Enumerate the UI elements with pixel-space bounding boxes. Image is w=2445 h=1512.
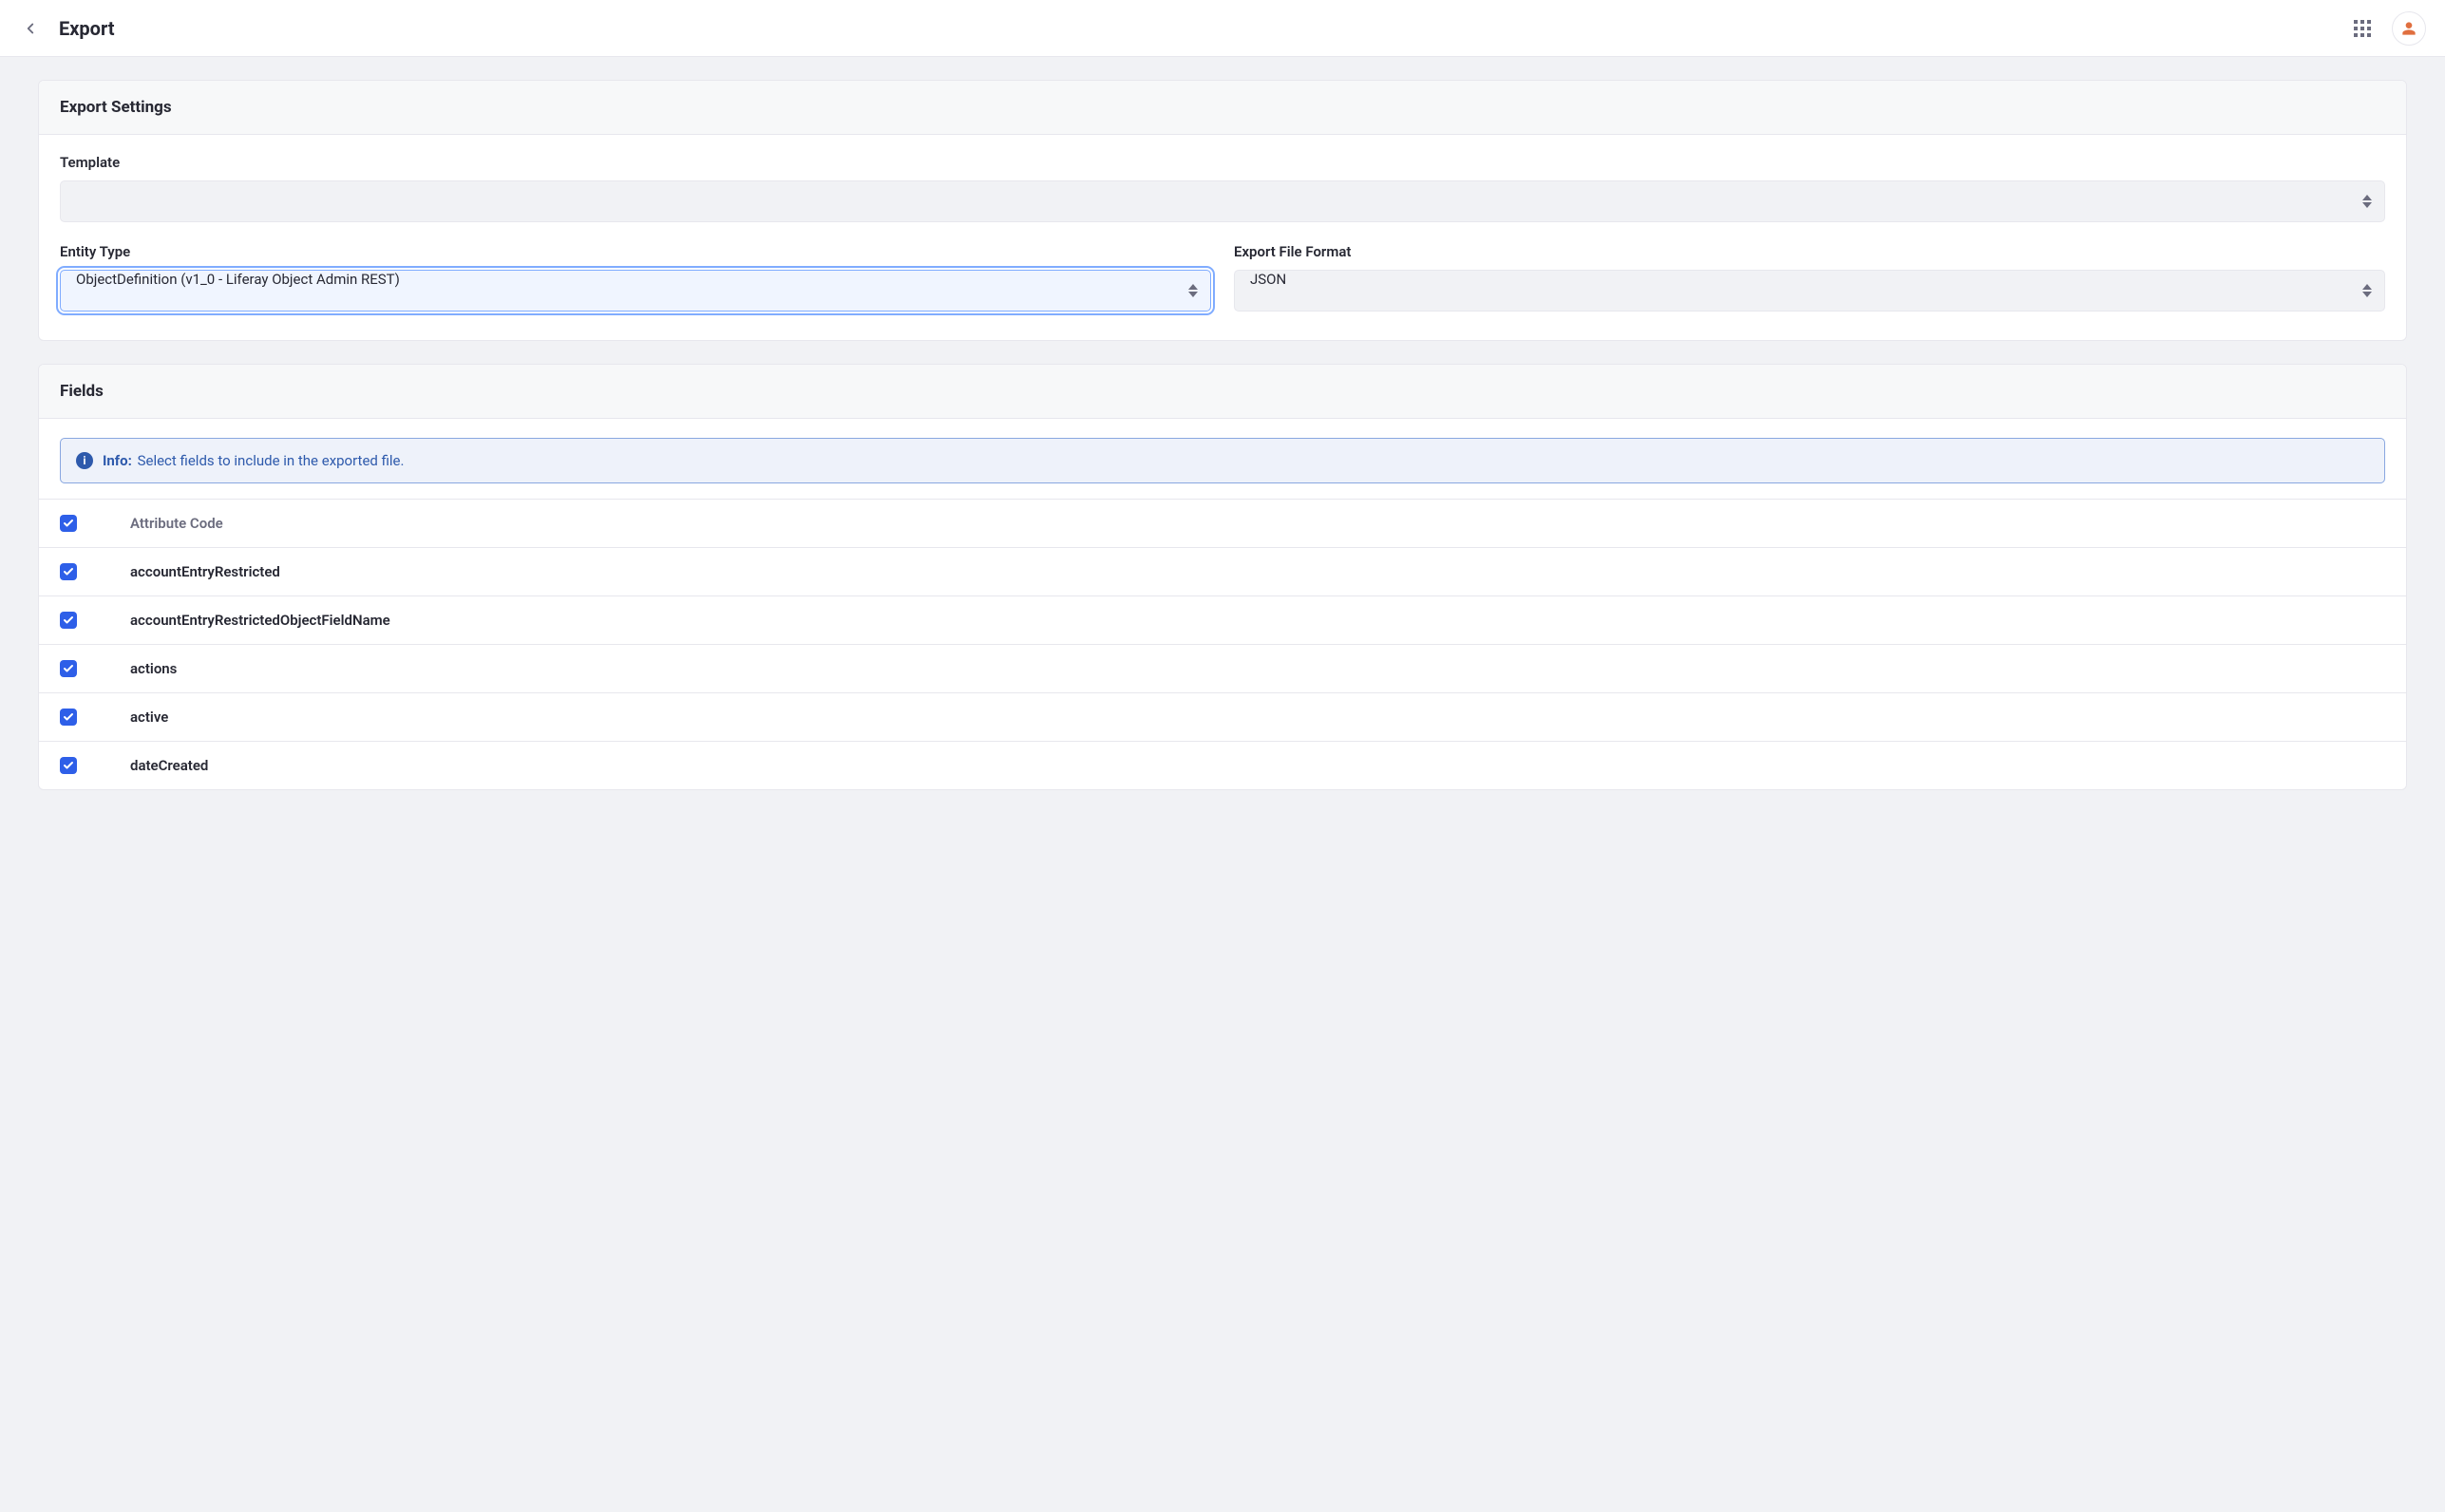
export-format-select[interactable]: JSON <box>1234 270 2385 312</box>
entity-type-select[interactable]: ObjectDefinition (v1_0 - Liferay Object … <box>60 270 1211 312</box>
page-header: Export <box>0 0 2445 57</box>
entity-type-select-wrap: ObjectDefinition (v1_0 - Liferay Object … <box>60 270 1211 312</box>
fields-panel: Fields i Info: Select fields to include … <box>38 364 2407 790</box>
export-format-select-wrap: JSON <box>1234 270 2385 312</box>
field-row: accountEntryRestricted <box>39 547 2406 595</box>
export-format-label: Export File Format <box>1234 243 2385 260</box>
field-row: active <box>39 692 2406 741</box>
field-row: dateCreated <box>39 741 2406 789</box>
attribute-code-column-header: Attribute Code <box>130 515 223 532</box>
field-name: actions <box>130 660 177 677</box>
info-icon: i <box>76 452 93 469</box>
template-select[interactable] <box>60 180 2385 222</box>
user-avatar-button[interactable] <box>2392 11 2426 46</box>
field-checkbox[interactable] <box>60 612 77 629</box>
field-checkbox[interactable] <box>60 709 77 726</box>
field-checkbox[interactable] <box>60 563 77 580</box>
fields-panel-title: Fields <box>39 365 2406 419</box>
back-button[interactable] <box>19 17 42 40</box>
page-title: Export <box>59 17 115 40</box>
export-settings-panel: Export Settings Template Entity Type Obj… <box>38 80 2407 341</box>
field-row: accountEntryRestrictedObjectFieldName <box>39 595 2406 644</box>
field-name: active <box>130 709 168 726</box>
fields-header-row: Attribute Code <box>39 499 2406 547</box>
field-checkbox[interactable] <box>60 757 77 774</box>
field-name: accountEntryRestricted <box>130 563 280 580</box>
field-checkbox[interactable] <box>60 660 77 677</box>
export-settings-title: Export Settings <box>39 81 2406 135</box>
apps-grid-button[interactable] <box>2346 12 2379 45</box>
info-message: Select fields to include in the exported… <box>138 452 405 469</box>
field-name: dateCreated <box>130 757 208 774</box>
fields-info-alert: i Info: Select fields to include in the … <box>60 438 2385 483</box>
entity-type-label: Entity Type <box>60 243 1211 260</box>
field-row: actions <box>39 644 2406 692</box>
select-all-checkbox[interactable] <box>60 515 77 532</box>
info-label: Info: <box>103 452 132 469</box>
template-label: Template <box>60 154 2385 171</box>
template-select-wrap <box>60 180 2385 222</box>
field-name: accountEntryRestrictedObjectFieldName <box>130 612 390 629</box>
